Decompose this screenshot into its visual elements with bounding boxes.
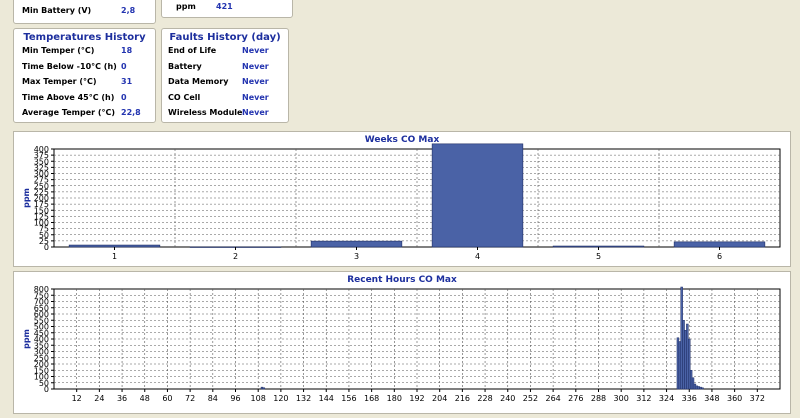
x-tick-label: 192: [409, 394, 424, 403]
x-tick-label: 132: [296, 394, 311, 403]
x-tick-label: 6: [717, 252, 722, 261]
x-tick-label: 300: [614, 394, 629, 403]
x-tick-label: 144: [319, 394, 334, 403]
bar: [310, 240, 403, 248]
x-tick-label: 276: [568, 394, 583, 403]
faults-row-label: Data Memory: [168, 77, 229, 86]
ppm-value: 421: [216, 2, 233, 11]
temps-row-label: Time Above 45°C (h): [22, 93, 115, 102]
temps-row-value: 0: [121, 62, 127, 71]
faults-row-label: Battery: [168, 62, 202, 71]
bar: [260, 386, 264, 390]
x-tick-label: 372: [750, 394, 765, 403]
temperatures-history-panel: Temperatures History Min Temper (°C) 18 …: [13, 28, 156, 123]
y-axis-label: ppm: [22, 329, 31, 349]
temps-row-value: 0: [121, 93, 127, 102]
x-tick-label: 12: [72, 394, 82, 403]
temps-row-value: 18: [121, 46, 133, 55]
x-tick-label: 2: [233, 252, 238, 261]
x-tick-label: 216: [455, 394, 470, 403]
x-tick-label: 72: [185, 394, 195, 403]
weeks-co-max-chart-panel: Weeks CO Max 0 25 50 75 100 125 150 175 200 225 25…: [13, 131, 791, 267]
bar: [697, 386, 700, 390]
bar: [695, 385, 699, 390]
y-axis-label: ppm: [22, 188, 31, 208]
x-tick-label: 228: [477, 394, 492, 403]
x-tick-label: 60: [162, 394, 172, 403]
x-tick-label: 360: [727, 394, 742, 403]
bar: [673, 241, 766, 248]
faults-row-label: End of Life: [168, 46, 217, 55]
faults-row-value: Never: [242, 93, 269, 102]
bar: [701, 387, 704, 390]
bar: [689, 370, 693, 390]
temperatures-history-title: Temperatures History: [23, 32, 146, 43]
recent-hours-co-max-chart-panel: Recent Hours CO Max 0 50 100 150 200 250 300 35…: [13, 271, 791, 414]
temps-row-label: Max Temper (°C): [22, 77, 97, 86]
faults-row-value: Never: [242, 108, 269, 117]
x-tick-label: 1: [112, 252, 117, 261]
x-tick-label: 324: [659, 394, 674, 403]
min-battery-label: Min Battery (V): [22, 6, 92, 15]
temps-row-label: Min Temper (°C): [22, 46, 95, 55]
x-tick-label: 108: [251, 394, 266, 403]
bar: [699, 386, 702, 390]
y-tick-label: 800: [34, 285, 49, 294]
x-tick-label: 36: [117, 394, 127, 403]
x-tick-label: 336: [682, 394, 697, 403]
bar: [68, 244, 161, 248]
x-tick-label: 96: [230, 394, 240, 403]
faults-history-panel: Faults History (day) End of Life Never B…: [161, 28, 289, 123]
bar: [431, 143, 524, 248]
ppm-panel: ppm 421: [161, 0, 293, 18]
x-tick-label: 240: [500, 394, 515, 403]
bar: [680, 286, 683, 390]
faults-row-value: Never: [242, 46, 269, 55]
bar: [682, 320, 685, 390]
faults-row-value: Never: [242, 77, 269, 86]
temps-row-value: 31: [121, 77, 133, 86]
x-tick-label: 168: [364, 394, 379, 403]
x-tick-label: 348: [704, 394, 719, 403]
x-tick-label: 84: [208, 394, 218, 403]
bar: [688, 338, 691, 390]
faults-row-label: Wireless Module: [168, 108, 243, 117]
bar: [684, 330, 687, 390]
bar: [691, 377, 695, 390]
weeks-co-max-chart: 0255075100125150175200225250275300325350…: [22, 143, 781, 261]
faults-history-title: Faults History (day): [169, 32, 281, 43]
y-tick-label: 400: [34, 145, 49, 154]
x-tick-label: 204: [432, 394, 447, 403]
recent-hours-co-max-chart: 0501001502002503003504004505005506006507…: [22, 285, 781, 403]
faults-row-label: CO Cell: [168, 93, 201, 102]
bar: [686, 323, 689, 390]
x-tick-label: 3: [354, 252, 359, 261]
bar: [678, 341, 681, 390]
x-tick-label: 180: [387, 394, 402, 403]
x-tick-label: 24: [94, 394, 104, 403]
x-tick-label: 4: [475, 252, 480, 261]
faults-row-value: Never: [242, 62, 269, 71]
x-tick-label: 252: [523, 394, 538, 403]
temps-row-value: 22,8: [121, 108, 141, 117]
x-tick-label: 5: [596, 252, 601, 261]
ppm-label: ppm: [176, 2, 196, 11]
x-tick-label: 120: [273, 394, 288, 403]
bar: [552, 245, 645, 248]
min-battery-value: 2,8: [121, 6, 136, 15]
x-tick-label: 156: [341, 394, 356, 403]
x-tick-label: 288: [591, 394, 606, 403]
bar: [676, 337, 680, 390]
battery-panel: Min Battery (V) 2,8: [13, 0, 156, 24]
x-tick-label: 264: [545, 394, 560, 403]
bar: [693, 383, 697, 390]
bar: [262, 387, 266, 390]
temps-row-label: Time Below -10°C (h): [22, 62, 117, 71]
x-tick-label: 48: [140, 394, 150, 403]
temps-row-label: Average Temper (°C): [22, 108, 116, 117]
x-tick-label: 312: [636, 394, 651, 403]
